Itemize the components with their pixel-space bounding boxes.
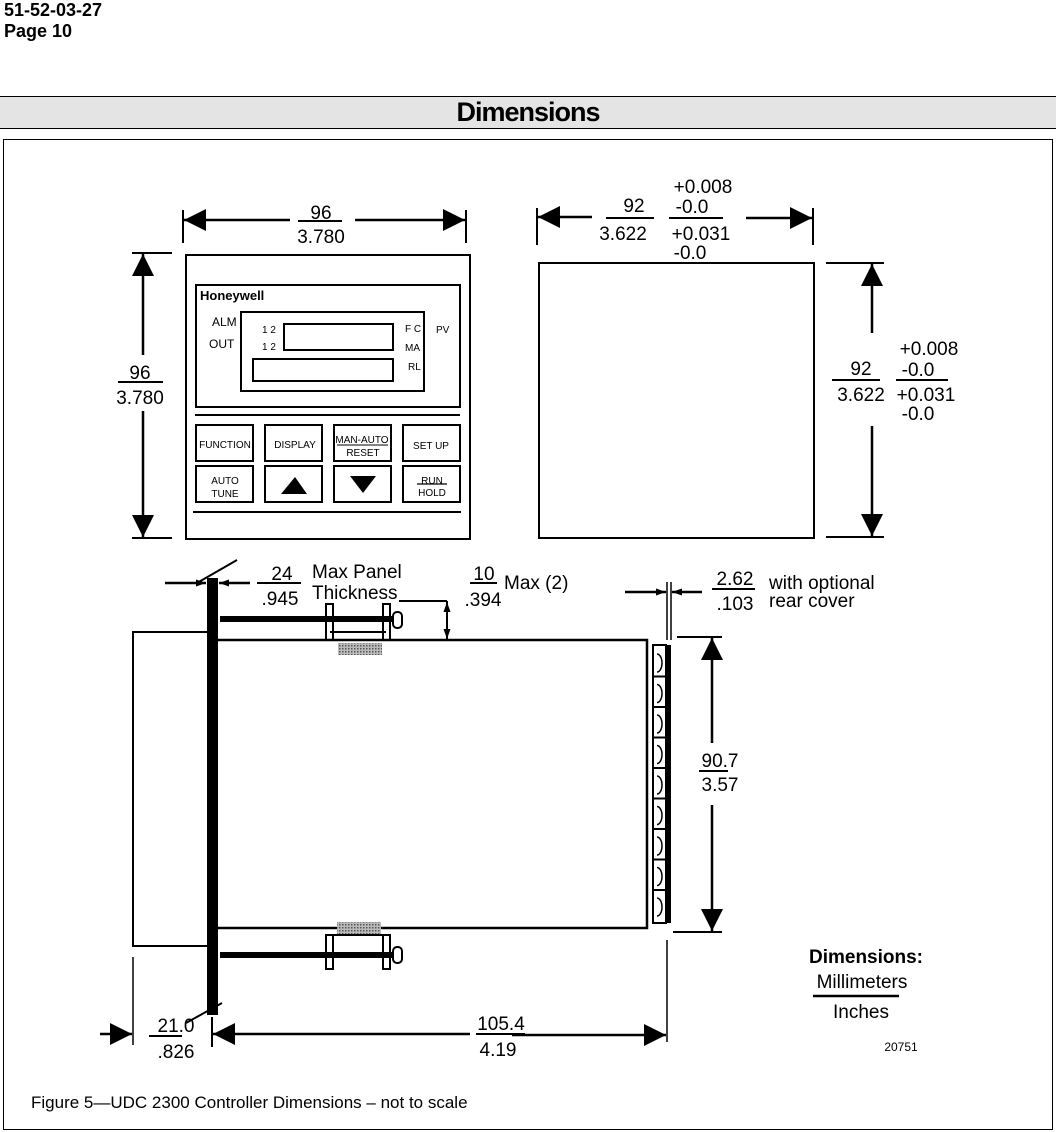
cutout-height-tol-in-plus: +0.031 xyxy=(897,385,956,406)
legend-inches: Inches xyxy=(833,1002,889,1023)
front-height-mm: 96 xyxy=(129,363,150,384)
side-view: 24 .945 Max Panel Thickness 10 .394 Max … xyxy=(100,559,875,1063)
rear-cover-dimension: 2.62 .103 with optional rear cover xyxy=(625,569,875,640)
rear-height-dimension: 90.7 3.57 xyxy=(673,636,739,933)
key-man-auto-label: MAN-AUTO xyxy=(335,435,388,446)
cutout-width-tol-in-minus: -0.0 xyxy=(674,243,707,264)
panel-thickness-mm: 24 xyxy=(271,564,293,585)
rear-cover-in: .103 xyxy=(717,594,754,615)
body-depth-in: 4.19 xyxy=(480,1040,517,1061)
key-display-label: DISPLAY xyxy=(274,440,316,451)
cutout-height-in: 3.622 xyxy=(837,385,885,406)
rear-terminal-block xyxy=(652,644,671,924)
front-width-dimension: 96 3.780 xyxy=(182,203,467,248)
dimension-drawing: 96 3.780 96 3.780 Honeywell ALM OUT 1 2 … xyxy=(100,177,959,1063)
key-run-label: RUN xyxy=(421,476,443,487)
out-label: OUT xyxy=(209,337,235,351)
panel-thickness-label-2: Thickness xyxy=(312,583,398,604)
key-man-auto-reset[interactable]: MAN-AUTO RESET xyxy=(333,424,392,462)
key-run-hold[interactable]: RUN HOLD xyxy=(402,465,461,503)
cutout-height-tol-mm-minus: -0.0 xyxy=(902,360,935,381)
key-hold-label: HOLD xyxy=(418,488,446,499)
key-auto-label: AUTO xyxy=(211,476,239,487)
front-height-dimension: 96 3.780 xyxy=(116,252,172,539)
clamp-dimension: 10 .394 Max (2) xyxy=(399,564,568,640)
cutout-height-tol-mm-plus: +0.008 xyxy=(900,339,959,360)
cutout-width-tol-in-plus: +0.031 xyxy=(672,224,731,245)
cutout-height-dimension: 92 3.622 +0.008 -0.0 +0.031 -0.0 xyxy=(826,262,959,538)
panel-thickness-label-1: Max Panel xyxy=(312,562,402,583)
key-auto-tune[interactable]: AUTO TUNE xyxy=(195,465,254,503)
bezel-depth-in: .826 xyxy=(158,1042,195,1063)
pv-label: PV xyxy=(436,325,450,336)
key-reset-label: RESET xyxy=(346,448,379,459)
out-numbers: 1 2 xyxy=(262,342,276,353)
drawing-number: 20751 xyxy=(884,1040,918,1054)
key-function-label: FUNCTION xyxy=(199,440,251,451)
key-function[interactable]: FUNCTION xyxy=(195,424,254,462)
body-depth-mm: 105.4 xyxy=(477,1014,525,1035)
key-up[interactable] xyxy=(264,465,323,503)
rear-height-in: 3.57 xyxy=(702,775,739,796)
panel-cutout xyxy=(538,262,815,539)
panel-thickness-dimension: 24 .945 Max Panel Thickness xyxy=(165,562,402,610)
front-width-mm: 96 xyxy=(310,203,331,224)
cutout-width-tol-mm-plus: +0.008 xyxy=(674,177,733,198)
key-down[interactable] xyxy=(333,465,392,503)
key-tune-label: TUNE xyxy=(211,489,239,500)
rear-cover-mm: 2.62 xyxy=(717,569,754,590)
key-display[interactable]: DISPLAY xyxy=(264,424,323,462)
cutout-width-in: 3.622 xyxy=(599,224,647,245)
rear-cover-label-2: rear cover xyxy=(769,591,855,612)
units-legend: Dimensions: Millimeters Inches 20751 xyxy=(809,947,923,1054)
case-housing xyxy=(218,638,649,930)
cutout-height-tol-in-minus: -0.0 xyxy=(902,404,935,425)
cutout-height-mm: 92 xyxy=(850,359,871,380)
mounting-panel xyxy=(207,578,218,1015)
alm-numbers: 1 2 xyxy=(262,325,276,336)
panel-thickness-in: .945 xyxy=(262,589,299,610)
clamp-mm: 10 xyxy=(473,564,494,585)
alm-label: ALM xyxy=(212,315,237,329)
ma-label: MA xyxy=(405,343,420,354)
bezel-depth-mm: 21.0 xyxy=(158,1016,195,1037)
key-setup[interactable]: SET UP xyxy=(402,424,461,462)
figure-caption: Figure 5—UDC 2300 Controller Dimensions … xyxy=(31,1093,468,1112)
fc-label: F C xyxy=(405,324,421,335)
legend-title: Dimensions: xyxy=(809,947,923,968)
upper-mounting-clamp xyxy=(220,603,403,655)
clamp-in: .394 xyxy=(465,590,502,611)
brand-logo: Honeywell xyxy=(200,288,264,303)
cutout-width-dimension: 92 3.622 +0.008 -0.0 +0.031 -0.0 xyxy=(536,177,814,264)
front-height-in: 3.780 xyxy=(116,388,164,409)
rl-label: RL xyxy=(408,362,421,373)
legend-millimeters: Millimeters xyxy=(817,972,908,993)
cutout-width-tol-mm-minus: -0.0 xyxy=(676,197,709,218)
front-width-in: 3.780 xyxy=(297,227,345,248)
bezel-side xyxy=(132,631,210,947)
panel-cutout-view: 92 3.622 +0.008 -0.0 +0.031 -0.0 92 3.62… xyxy=(536,177,959,539)
clamp-label: Max (2) xyxy=(504,573,568,594)
front-view: 96 3.780 96 3.780 Honeywell ALM OUT 1 2 … xyxy=(116,203,471,540)
key-setup-label: SET UP xyxy=(413,441,449,452)
rear-height-mm: 90.7 xyxy=(702,751,739,772)
cutout-width-mm: 92 xyxy=(623,196,644,217)
